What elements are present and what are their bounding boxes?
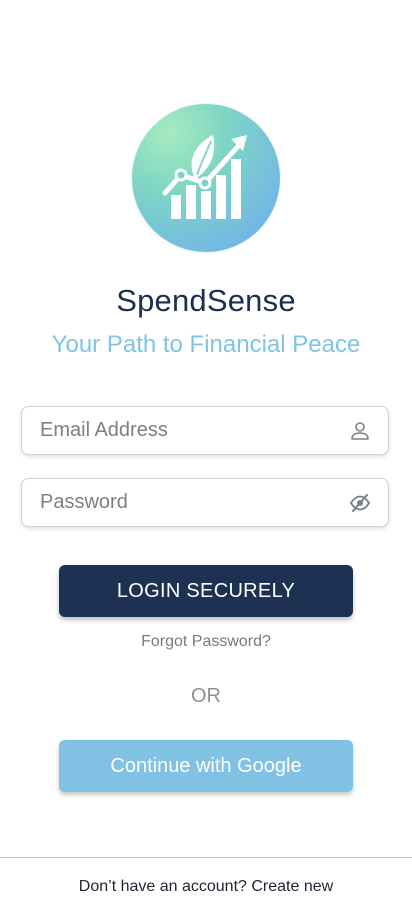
signup-prompt-text: Don’t have an account? [78,878,247,895]
forgot-password-link[interactable]: Forgot Password? [0,633,412,651]
app-logo [132,104,280,252]
password-input[interactable] [40,479,340,526]
or-separator: OR [191,685,221,707]
login-button[interactable]: LOGIN SECURELY [59,565,353,617]
app-title: SpendSense [116,283,296,318]
email-field[interactable] [21,406,389,455]
leaf-growth-chart-icon [162,135,247,219]
eye-off-icon[interactable] [349,492,371,514]
create-account-link[interactable]: Create new [251,878,333,895]
footer-divider [0,857,412,858]
signup-prompt: Don’t have an account? Create new [0,878,412,896]
user-icon [349,420,371,442]
password-field[interactable] [21,478,389,527]
email-input[interactable] [40,407,340,454]
app-tagline: Your Path to Financial Peace [51,331,361,358]
google-signin-button[interactable]: Continue with Google [59,740,353,792]
